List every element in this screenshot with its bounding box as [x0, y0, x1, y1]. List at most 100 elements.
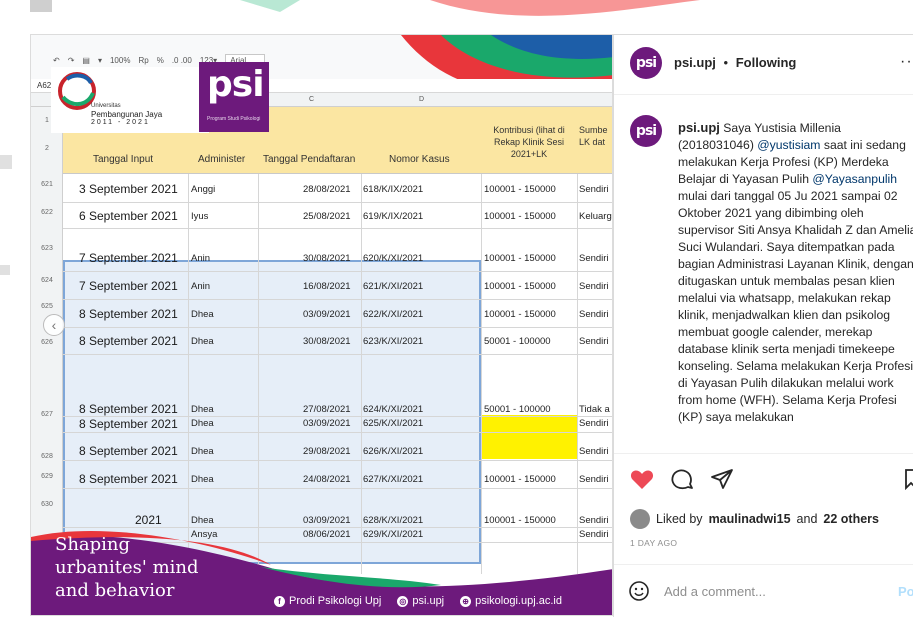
cell-sumber: Sendiri — [579, 309, 609, 320]
cell-nomor-kasus: 622/K/XI/2021 — [363, 309, 424, 320]
cell-tanggal-input: 6 September 2021 — [79, 209, 178, 223]
cell-administer: Anggi — [191, 184, 216, 195]
cell-administer: Dhea — [191, 404, 214, 415]
cell-nomor-kasus: 621/K/XI/2021 — [363, 281, 424, 292]
post-image: ↶ ↷ ▤ ▾ 100% Rp % .0 .00 123▾ Arial A62 … — [30, 34, 613, 616]
cell-kontribusi: 100001 - 150000 — [484, 281, 556, 292]
previous-image-button[interactable]: ‹ — [43, 314, 65, 336]
cell-tanggal-input: 7 September 2021 — [79, 279, 178, 293]
upj-line1: Universitas — [91, 103, 121, 109]
cell-administer: Anin — [191, 253, 211, 264]
decimal-format: .0 .00 — [171, 55, 192, 65]
cell-nomor-kasus: 626/K/XI/2021 — [363, 446, 424, 457]
header-tanggal-input: Tanggal Input — [93, 154, 154, 165]
row-divider — [63, 202, 612, 203]
cell-sumber: Sendiri — [579, 184, 609, 195]
share-icon[interactable] — [710, 467, 734, 491]
cell-sumber: Sendiri — [579, 418, 609, 429]
post-actions — [630, 467, 734, 491]
liker-avatar — [630, 509, 650, 529]
following-button[interactable]: Following — [736, 55, 797, 70]
cell-sumber: Sendiri — [579, 281, 609, 292]
author-avatar[interactable]: psi — [630, 47, 662, 79]
liked-by-and: and — [796, 512, 818, 526]
cell-kontribusi: 100001 - 150000 — [484, 184, 556, 195]
cell-kontribusi: 50001 - 100000 — [484, 404, 551, 415]
undo-icon: ↶ — [53, 55, 60, 65]
cell-tanggal-input: 8 September 2021 — [79, 444, 178, 458]
row-number: 621 — [41, 181, 53, 188]
cell-sumber: Sendiri — [579, 253, 609, 264]
psi-logo-subtitle: Program Studi Psikologi — [207, 116, 261, 122]
currency-format: Rp — [138, 55, 149, 65]
cell-nomor-kasus: 625/K/XI/2021 — [363, 418, 424, 429]
post-comment-button[interactable]: Po — [898, 584, 913, 599]
liked-by-user[interactable]: maulinadwi15 — [709, 512, 791, 526]
cell-tanggal-input: 3 September 2021 — [79, 182, 178, 196]
more-options-icon[interactable]: ··· — [900, 53, 913, 71]
liked-by-others[interactable]: 22 others — [823, 512, 879, 526]
likes-summary: Liked by maulinadwi15 and 22 others — [630, 509, 879, 529]
row-divider — [63, 327, 612, 328]
cell-tanggal-input: 8 September 2021 — [79, 334, 178, 348]
percent-format: % — [156, 55, 164, 65]
banner-tagline: Shaping urbanites' mind and behavior — [55, 533, 199, 602]
caption-username[interactable]: psi.upj — [678, 120, 720, 135]
bookmark-icon[interactable] — [904, 468, 913, 490]
cell-kontribusi: 100001 - 150000 — [484, 309, 556, 320]
banner-links: f Prodi Psikologi Upj ◎ psi.upj ⊕ psikologi… — [274, 595, 562, 607]
cell-nomor-kasus: 623/K/XI/2021 — [363, 336, 424, 347]
cell-administer: Dhea — [191, 336, 214, 347]
cell-kontribusi: 100001 - 150000 — [484, 211, 556, 222]
cell-tanggal-input: 8 September 2021 — [79, 307, 178, 321]
cell-administer: Iyus — [191, 211, 209, 222]
website-link: ⊕ psikologi.upj.ac.id — [460, 595, 562, 607]
actions-divider — [614, 453, 913, 454]
row-divider — [63, 354, 612, 355]
cell-tanggal-pendaftaran: 30/08/2021 — [303, 336, 351, 347]
row-divider — [63, 432, 612, 433]
mention-link[interactable]: @Yayasanpulih — [812, 172, 897, 186]
banner-line1: Shaping — [55, 534, 131, 555]
cell-tanggal-pendaftaran: 25/08/2021 — [303, 211, 351, 222]
comment-bar: Add a comment... — [628, 580, 766, 602]
comment-icon[interactable] — [670, 467, 694, 491]
header-sumber: Sumbe LK dat — [579, 125, 608, 147]
cell-kontribusi: 50001 - 100000 — [484, 336, 551, 347]
caption-avatar[interactable]: psi — [630, 115, 662, 147]
cell-administer: Dhea — [191, 309, 214, 320]
comment-divider — [614, 564, 913, 565]
post-header: psi.upj • Following — [674, 55, 796, 70]
like-heart-icon[interactable] — [630, 468, 654, 490]
facebook-icon: f — [274, 595, 285, 607]
row-number: 629 — [41, 473, 53, 480]
row-number: 623 — [41, 245, 53, 252]
paint-format-icon: ▾ — [97, 55, 102, 65]
emoji-icon[interactable] — [628, 580, 650, 602]
column-letter-c: C — [309, 96, 315, 103]
header-tanggal-pendaftaran: Tanggal Pendaftaran — [263, 154, 356, 165]
cell-nomor-kasus: 624/K/XI/2021 — [363, 404, 424, 415]
zoom-select: 100% — [109, 55, 131, 65]
cell-tanggal-pendaftaran: 30/08/2021 — [303, 253, 351, 264]
row-number: 625 — [41, 303, 53, 310]
upj-years: 2011 - 2021 — [91, 119, 150, 126]
upj-logo: Universitas Pembangunan Jaya 2011 - 2021 — [51, 67, 209, 133]
name-box: A62 — [37, 81, 52, 90]
cell-tanggal-pendaftaran: 03/09/2021 — [303, 309, 351, 320]
post-details-panel: psi psi.upj • Following ··· psi psi.upj … — [613, 34, 913, 617]
globe-icon: ⊕ — [460, 595, 472, 607]
header-nomor-kasus: Nomor Kasus — [389, 154, 450, 165]
header-kontribusi: Kontribusi (lihat di Rekap Klinik Sesi 2… — [493, 125, 565, 159]
facebook-link: f Prodi Psikologi Upj — [274, 595, 381, 607]
cell-nomor-kasus: 620/K/XI/2021 — [363, 253, 424, 264]
comment-input[interactable]: Add a comment... — [664, 584, 766, 599]
cell-tanggal-input: 8 September 2021 — [79, 417, 178, 431]
mention-link[interactable]: @yustisiam — [757, 138, 820, 152]
banner-line3: and behavior — [55, 580, 175, 601]
caption-text-3: mulai dari tanggal 05 Ju 2021 sampai 02 … — [678, 189, 913, 424]
row-number: 624 — [41, 277, 53, 284]
author-username[interactable]: psi.upj — [674, 55, 716, 70]
row-divider — [63, 271, 612, 272]
cell-tanggal-pendaftaran: 27/08/2021 — [303, 404, 351, 415]
